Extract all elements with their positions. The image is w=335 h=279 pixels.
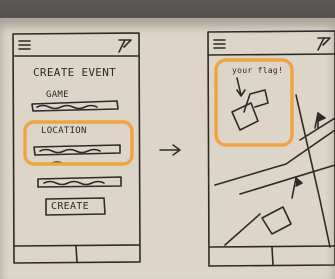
your-flag-annotation: your flag! (232, 66, 284, 75)
paper-sheet (0, 18, 335, 279)
location-field-label: LOCATION (41, 126, 87, 136)
photo-of-paper-sketch: CREATE EVENT GAME LOCATION CREATE your f… (0, 0, 335, 279)
create-button-label: CREATE (51, 201, 89, 212)
game-field-label: GAME (46, 90, 69, 100)
create-event-title: CREATE EVENT (33, 66, 117, 79)
